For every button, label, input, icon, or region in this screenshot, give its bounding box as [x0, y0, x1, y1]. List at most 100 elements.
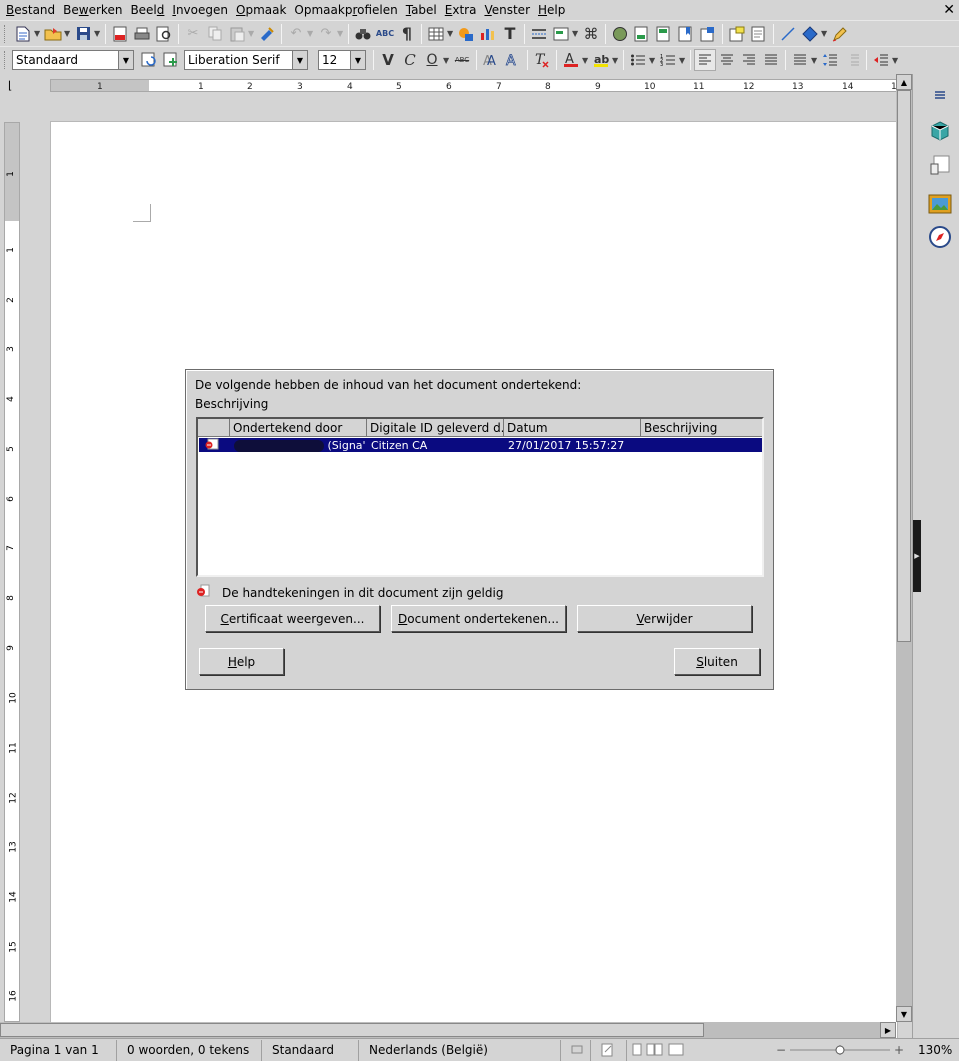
cut-icon[interactable]: ✂ [182, 23, 204, 45]
gallery-icon[interactable] [927, 190, 953, 216]
view-certificate-button[interactable]: Certificaat weergeven... [205, 605, 380, 632]
draw-function-icon[interactable] [829, 23, 851, 45]
numbered-list-icon[interactable]: 123 [657, 49, 679, 71]
menu-item[interactable]: Tabel [404, 3, 443, 17]
special-character-icon[interactable]: ⌘ [580, 23, 602, 45]
font-name-select[interactable]: Liberation Serif ▼ [184, 50, 308, 70]
chevron-down-icon[interactable]: ▼ [892, 56, 900, 65]
basic-shapes-icon[interactable] [799, 23, 821, 45]
underline-button[interactable]: O [421, 49, 443, 71]
line-icon[interactable] [777, 23, 799, 45]
footnote-icon[interactable] [631, 23, 653, 45]
align-right-icon[interactable] [738, 49, 760, 71]
column-header-issued-by[interactable]: Digitale ID geleverd d... [367, 419, 504, 437]
bold-button[interactable]: V [377, 49, 399, 71]
chevron-down-icon[interactable]: ▼ [679, 56, 687, 65]
close-button[interactable]: Sluiten [674, 648, 760, 675]
align-center-icon[interactable] [716, 49, 738, 71]
chevron-down-icon[interactable]: ▼ [337, 29, 345, 38]
zoom-slider[interactable]: − + [776, 1043, 906, 1057]
clone-formatting-icon[interactable] [256, 23, 278, 45]
help-button[interactable]: Help [199, 648, 284, 675]
paragraph-style-select[interactable]: Standaard ▼ [12, 50, 134, 70]
menu-item[interactable]: Help [536, 3, 571, 17]
open-folder-icon[interactable] [42, 23, 64, 45]
decrease-paragraph-spacing-icon[interactable] [841, 49, 863, 71]
chevron-down-icon[interactable]: ▼ [248, 29, 256, 38]
insert-field-icon[interactable] [550, 23, 572, 45]
chart-icon[interactable] [477, 23, 499, 45]
sidebar-menu-icon[interactable] [927, 82, 953, 108]
view-layout-icons[interactable] [627, 1040, 703, 1061]
chevron-down-icon[interactable]: ▼ [34, 29, 42, 38]
page-style[interactable]: Standaard [262, 1039, 359, 1061]
column-header-icon[interactable] [198, 419, 230, 437]
horizontal-ruler[interactable]: ⌊ 1123456789101112131415 [0, 74, 912, 96]
column-header-description[interactable]: Beschrijving [641, 419, 762, 437]
chevron-down-icon[interactable]: ▼ [307, 29, 315, 38]
formatting-marks-icon[interactable]: ¶ [396, 23, 418, 45]
text-box-icon[interactable]: T [499, 23, 521, 45]
comment-icon[interactable] [726, 23, 748, 45]
align-left-icon[interactable] [694, 49, 716, 71]
signatures-table[interactable]: Ondertekend door Digitale ID geleverd d.… [196, 417, 764, 577]
image-icon[interactable] [455, 23, 477, 45]
outline-icon[interactable]: A [502, 49, 524, 71]
shadow-icon[interactable]: AA [480, 49, 502, 71]
menu-item[interactable]: Beeld [128, 3, 170, 17]
hyperlink-icon[interactable] [609, 23, 631, 45]
signature-status-icon[interactable] [591, 1039, 627, 1061]
justify-icon[interactable] [760, 49, 782, 71]
print-preview-icon[interactable] [153, 23, 175, 45]
chevron-down-icon[interactable]: ▼ [811, 56, 819, 65]
vertical-scrollbar[interactable]: ▲ ▼ [896, 74, 912, 1022]
menu-item[interactable]: Invoegen [170, 3, 234, 17]
track-changes-icon[interactable] [748, 23, 770, 45]
chevron-down-icon[interactable]: ▼ [292, 51, 307, 69]
highlight-icon[interactable]: ab [590, 49, 612, 71]
chevron-down-icon[interactable]: ▼ [350, 51, 365, 69]
clear-formatting-icon[interactable]: T [531, 49, 553, 71]
menu-item[interactable]: Bestand [4, 3, 61, 17]
redo-icon[interactable]: ↷ [315, 23, 337, 45]
chevron-down-icon[interactable]: ▼ [118, 51, 133, 69]
undo-icon[interactable]: ↶ [285, 23, 307, 45]
column-header-date[interactable]: Datum [504, 419, 641, 437]
vertical-ruler[interactable]: 1 1 2 3 4 5 6 7 8 9 10 11 12 13 14 15 16 [4, 122, 20, 1022]
scroll-down-icon[interactable]: ▼ [896, 1006, 912, 1022]
endnote-icon[interactable] [653, 23, 675, 45]
table-icon[interactable] [425, 23, 447, 45]
strikethrough-button[interactable]: ABC [451, 49, 473, 71]
scroll-right-icon[interactable]: ▶ [880, 1022, 896, 1038]
menu-item[interactable]: Venster [482, 3, 536, 17]
column-header-signed-by[interactable]: Ondertekend door [230, 419, 367, 437]
bullet-list-icon[interactable] [627, 49, 649, 71]
export-pdf-icon[interactable] [109, 23, 131, 45]
chevron-down-icon[interactable]: ▼ [582, 56, 590, 65]
zoom-level[interactable]: 130% [918, 1043, 952, 1057]
find-replace-icon[interactable] [352, 23, 374, 45]
chevron-down-icon[interactable]: ▼ [443, 56, 451, 65]
increase-paragraph-spacing-icon[interactable] [819, 49, 841, 71]
menu-item[interactable]: Opmaakprofielen [292, 3, 403, 17]
selection-mode-icon[interactable] [561, 1039, 591, 1061]
font-size-select[interactable]: 12 ▼ [318, 50, 366, 70]
scrollbar-thumb[interactable] [897, 90, 911, 642]
zoom-slider-handle[interactable] [835, 1045, 845, 1055]
bookmark-icon[interactable] [675, 23, 697, 45]
line-spacing-icon[interactable] [789, 49, 811, 71]
navigator-icon[interactable] [927, 224, 953, 250]
language[interactable]: Nederlands (België) [359, 1039, 561, 1061]
spellcheck-icon[interactable]: ABC [374, 23, 396, 45]
scrollbar-thumb[interactable] [0, 1023, 704, 1037]
menu-item[interactable]: Opmaak [234, 3, 292, 17]
chevron-down-icon[interactable]: ▼ [572, 29, 580, 38]
scroll-up-icon[interactable]: ▲ [896, 74, 912, 90]
horizontal-scrollbar[interactable]: ▶ [0, 1022, 896, 1038]
save-icon[interactable] [72, 23, 94, 45]
word-count[interactable]: 0 woorden, 0 tekens [117, 1039, 262, 1061]
italic-button[interactable]: C [399, 49, 421, 71]
new-style-icon[interactable] [160, 49, 182, 71]
copy-icon[interactable] [204, 23, 226, 45]
chevron-down-icon[interactable]: ▼ [821, 29, 829, 38]
